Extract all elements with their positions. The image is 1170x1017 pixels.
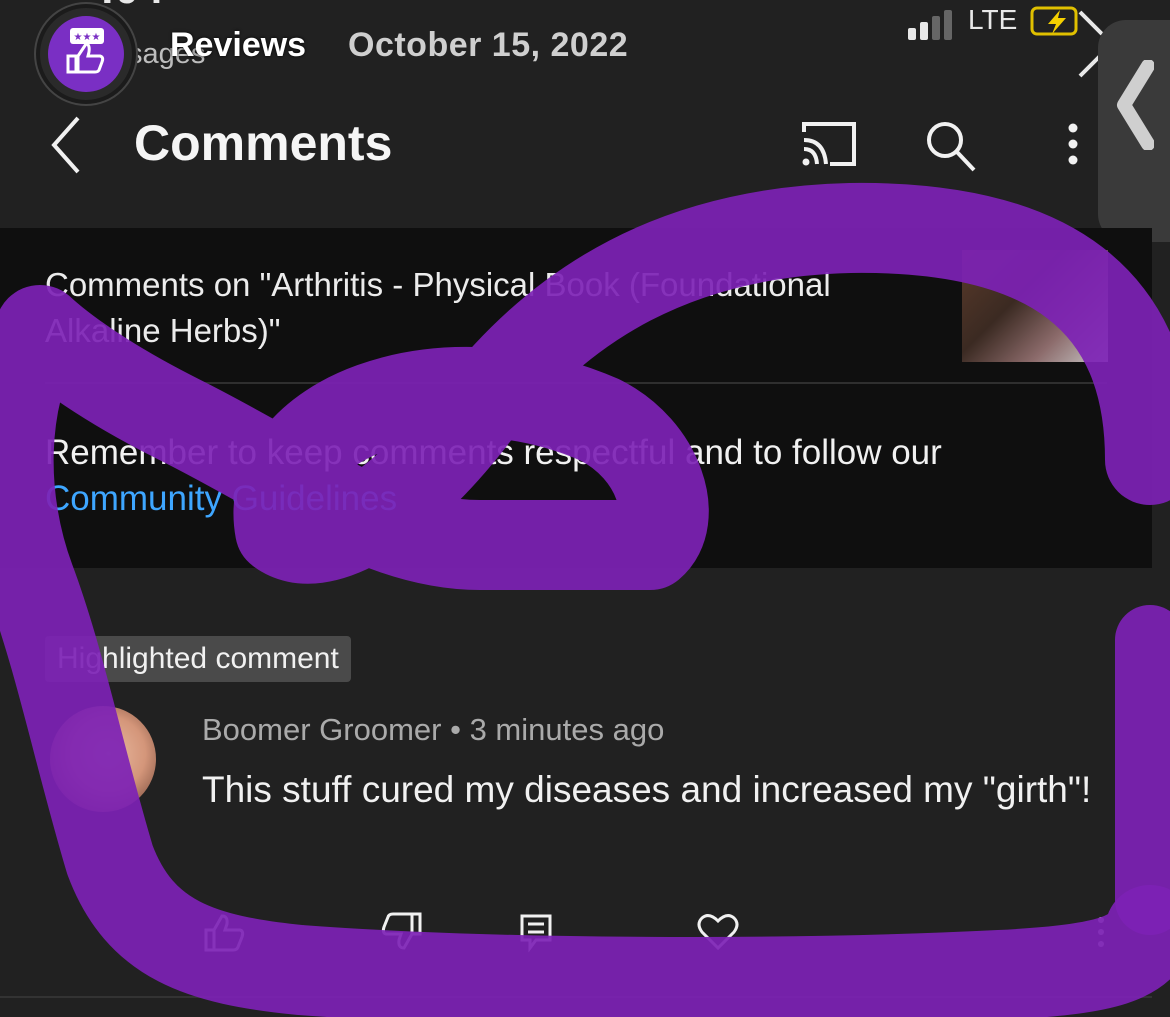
- post-title: Reviews: [170, 26, 307, 64]
- chevron-left-icon: [1117, 60, 1154, 150]
- svg-text:★★★: ★★★: [74, 32, 101, 43]
- community-guidelines-link[interactable]: Community Guidelines: [45, 479, 397, 518]
- divider: [0, 996, 1152, 998]
- divider: [45, 382, 1107, 384]
- search-icon: [927, 122, 976, 172]
- reminder-text: Remember to keep comments respectful and…: [45, 433, 942, 472]
- back-arrow-icon: [51, 116, 80, 174]
- app-logo-icon: ★★★: [36, 4, 136, 104]
- reply-button[interactable]: [518, 910, 554, 959]
- network-label: LTE: [968, 4, 1018, 35]
- more-vert-icon: [1098, 917, 1104, 947]
- dislike-button[interactable]: [380, 910, 424, 959]
- reply-icon: [520, 914, 552, 953]
- thumbs-down-icon: [381, 912, 422, 950]
- page-title: Comments: [134, 115, 393, 171]
- thumbs-up-icon: [204, 914, 245, 952]
- highlighted-comment-badge: Highlighted comment: [45, 636, 351, 682]
- side-panel-handle[interactable]: [1098, 20, 1170, 242]
- comment-time: 3 minutes ago: [469, 712, 665, 747]
- signal-icon: [906, 8, 962, 47]
- cast-icon: [802, 122, 856, 166]
- comment-author[interactable]: Boomer Groomer: [202, 712, 441, 747]
- back-button[interactable]: [44, 112, 90, 178]
- post-date: October 15, 2022: [348, 26, 629, 64]
- comment-menu-button[interactable]: [1090, 912, 1112, 957]
- more-options-button[interactable]: [1058, 118, 1088, 179]
- meta-separator: •: [450, 712, 461, 747]
- cast-button[interactable]: [798, 118, 860, 175]
- guidelines-reminder: Remember to keep comments respectful and…: [45, 430, 1125, 522]
- search-button[interactable]: [922, 118, 980, 179]
- video-title: Comments on "Arthritis - Physical Book (…: [45, 266, 831, 349]
- more-vert-icon: [1068, 123, 1078, 165]
- heart-icon: [697, 914, 739, 951]
- heart-button[interactable]: [696, 910, 740, 959]
- comment-text: This stuff cured my diseases and increas…: [202, 769, 1092, 810]
- video-thumbnail[interactable]: [962, 250, 1108, 362]
- comment-meta: Boomer Groomer • 3 minutes ago: [202, 712, 664, 748]
- like-button[interactable]: [202, 910, 246, 959]
- avatar[interactable]: [50, 706, 156, 812]
